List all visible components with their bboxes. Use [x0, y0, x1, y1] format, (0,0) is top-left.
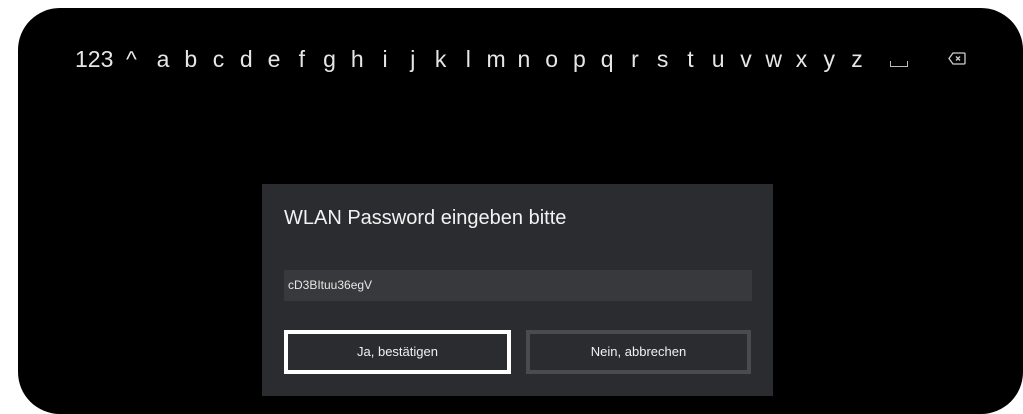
key-shift[interactable]: ^ [126, 38, 137, 80]
key-letter[interactable]: m [484, 38, 508, 80]
key-letter[interactable]: z [845, 38, 869, 80]
space-icon [890, 61, 908, 67]
key-letter[interactable]: b [179, 38, 203, 80]
cancel-button[interactable]: Nein, abbrechen [526, 330, 751, 374]
key-letter[interactable]: p [567, 38, 591, 80]
key-letter[interactable]: g [318, 38, 342, 80]
key-letter[interactable]: k [429, 38, 453, 80]
tv-screen: 123 ^ abcdefghijklmnopqrstuvwxyz WLAN Pa… [18, 8, 1023, 414]
key-letter[interactable]: o [540, 38, 564, 80]
key-letter[interactable]: t [678, 38, 702, 80]
key-letter[interactable]: r [623, 38, 647, 80]
dialog-title: WLAN Password eingeben bitte [284, 207, 567, 229]
password-input[interactable]: cD3BItuu36egV [284, 270, 752, 301]
key-letter[interactable]: i [373, 38, 397, 80]
on-screen-keyboard: 123 ^ abcdefghijklmnopqrstuvwxyz [18, 38, 1023, 80]
key-letter[interactable]: x [789, 38, 813, 80]
backspace-icon [948, 52, 966, 65]
key-letter[interactable]: d [234, 38, 258, 80]
key-letter[interactable]: s [651, 38, 675, 80]
key-numbers[interactable]: 123 [75, 38, 113, 80]
key-letter[interactable]: q [595, 38, 619, 80]
key-letter[interactable]: h [345, 38, 369, 80]
key-letter[interactable]: y [817, 38, 841, 80]
key-letter[interactable]: f [290, 38, 314, 80]
confirm-button[interactable]: Ja, bestätigen [284, 330, 511, 374]
key-letter[interactable]: u [706, 38, 730, 80]
key-letter[interactable]: a [151, 38, 175, 80]
password-dialog: WLAN Password eingeben bitte cD3BItuu36e… [262, 184, 773, 396]
key-letter[interactable]: v [734, 38, 758, 80]
key-letter[interactable]: w [762, 38, 786, 80]
key-backspace[interactable] [946, 38, 970, 80]
key-letter[interactable]: j [401, 38, 425, 80]
key-space[interactable] [888, 38, 910, 80]
key-letter[interactable]: e [262, 38, 286, 80]
key-letter[interactable]: n [512, 38, 536, 80]
key-letter[interactable]: l [456, 38, 480, 80]
key-letter[interactable]: c [207, 38, 231, 80]
